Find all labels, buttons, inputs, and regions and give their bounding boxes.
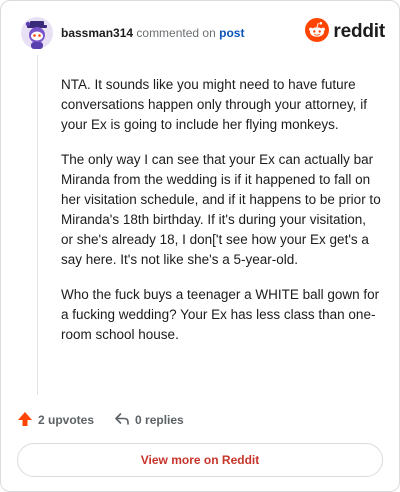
upvote-arrow-icon: [17, 411, 38, 430]
reddit-brand[interactable]: reddit: [305, 17, 385, 47]
comment-body: NTA. It sounds like you might need to ha…: [61, 75, 381, 360]
reply-button[interactable]: 0 replies: [114, 411, 184, 430]
embedded-comment-card: bassman314 commented on post reddit NTA.…: [0, 0, 400, 492]
comment-paragraph: Who the fuck buys a teenager a WHITE bal…: [61, 287, 380, 342]
post-link[interactable]: post: [219, 26, 244, 40]
comment-actions: 2 upvotes 0 replies: [17, 410, 184, 430]
upvote-button[interactable]: 2 upvotes: [17, 411, 94, 430]
reddit-wordmark: reddit: [333, 21, 385, 42]
thread-line: [37, 55, 38, 395]
reply-count: 0 replies: [135, 413, 184, 427]
comment-header: bassman314 commented on post reddit: [21, 15, 385, 51]
snoo-avatar-icon[interactable]: [21, 17, 53, 49]
reddit-logo-icon: [305, 17, 330, 47]
view-more-on-reddit-button[interactable]: View more on Reddit: [17, 443, 383, 477]
username-link[interactable]: bassman314: [61, 26, 133, 40]
commented-on-text: commented on: [136, 26, 216, 40]
comment-paragraph: The only way I can see that your Ex can …: [61, 152, 381, 267]
reply-arrow-icon: [114, 411, 135, 430]
byline: bassman314 commented on post: [61, 26, 244, 40]
upvote-count: 2 upvotes: [38, 413, 95, 427]
comment-paragraph: NTA. It sounds like you might need to ha…: [61, 77, 367, 132]
